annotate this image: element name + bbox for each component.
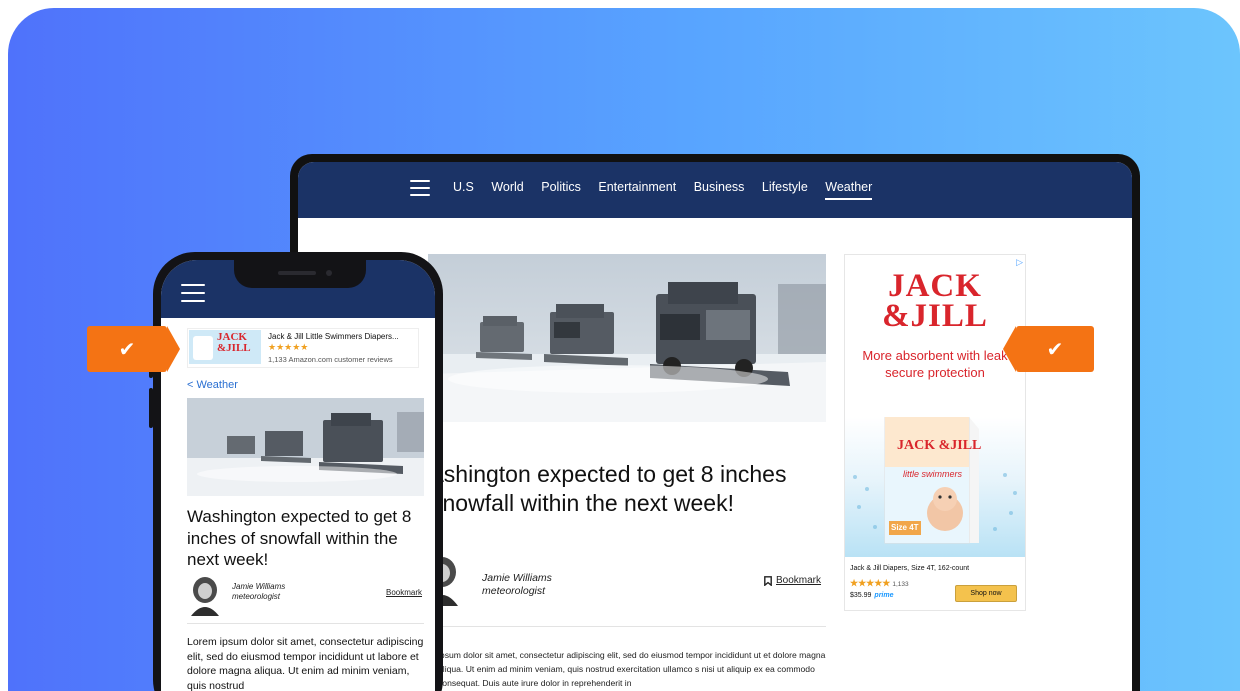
bookmark-icon bbox=[764, 575, 772, 586]
phone-ad-stars-icon: ★★★★★ bbox=[268, 342, 309, 352]
display-ad[interactable]: ▷ JACK &JILL More absorbent with leak se… bbox=[844, 254, 1026, 611]
ad-box-size: Size 4T bbox=[891, 523, 919, 532]
ad-price-line: $35.99 prime bbox=[850, 592, 893, 599]
hero-background: U.S World Politics Entertainment Busines… bbox=[8, 8, 1240, 691]
check-badge-left: ✔ bbox=[87, 326, 180, 372]
phone-notch bbox=[234, 260, 366, 288]
phone-article-body: Lorem ipsum dolor sit amet, consectetur … bbox=[187, 636, 424, 691]
checkmark-icon: ✔ bbox=[1046, 338, 1064, 361]
nav-item-weather[interactable]: Weather bbox=[825, 180, 873, 200]
phone-banner-ad[interactable]: JACK &JILL Jack & Jill Little Swimmers D… bbox=[187, 328, 419, 368]
tablet-nav-links: U.S World Politics Entertainment Busines… bbox=[453, 180, 890, 200]
prime-badge-icon: prime bbox=[874, 592, 894, 599]
phone-ad-reviews: 1,133 Amazon.com customer reviews bbox=[268, 355, 393, 364]
shop-now-button[interactable]: Shop now bbox=[955, 585, 1017, 602]
phone-ad-logo: JACK &JILL bbox=[217, 331, 251, 354]
bookmark-label: Bookmark bbox=[776, 575, 822, 586]
tablet-nav-bar: U.S World Politics Entertainment Busines… bbox=[298, 162, 1132, 218]
phone-ad-title: Jack & Jill Little Swimmers Diapers... bbox=[268, 332, 399, 341]
phone-menu-icon[interactable] bbox=[181, 284, 205, 302]
phone-author-avatar bbox=[189, 576, 223, 616]
article-body: ipsum dolor sit amet, consectetur adipis… bbox=[438, 650, 826, 688]
snowplow-photo bbox=[428, 254, 826, 422]
article-divider bbox=[438, 626, 826, 627]
rating-stars-icon: ★★★★★ bbox=[850, 578, 891, 588]
ad-price: $35.99 bbox=[850, 592, 872, 599]
nav-item-world[interactable]: World bbox=[491, 180, 523, 194]
ad-box-brand: JACK &JILL bbox=[897, 438, 982, 453]
author-info: Jamie Williams meteorologist bbox=[482, 572, 552, 598]
author-name: Jamie Williams bbox=[482, 572, 552, 584]
bookmark-button[interactable]: Bookmark bbox=[764, 575, 821, 586]
ad-rating-count: 1,133 bbox=[892, 581, 909, 588]
ad-brand-line2: &JILL bbox=[882, 298, 988, 334]
phone-article-headline: Washington expected to get 8 inches of s… bbox=[187, 507, 412, 569]
check-badge-right: ✔ bbox=[1003, 326, 1094, 372]
ad-box-sub: little swimmers bbox=[903, 469, 963, 479]
phone-snowplow-photo bbox=[187, 398, 424, 496]
phone-author-name: Jamie Williams bbox=[232, 582, 286, 591]
nav-item-politics[interactable]: Politics bbox=[541, 180, 581, 194]
phone-divider bbox=[187, 623, 424, 624]
phone-author-info: Jamie Williams meteorologist bbox=[232, 582, 285, 602]
ad-product-name: Jack & Jill Diapers, Size 4T, 162-count bbox=[850, 565, 970, 572]
phone-bookmark-button[interactable]: Bookmark bbox=[386, 588, 422, 597]
adchoices-icon[interactable]: ▷ bbox=[1016, 257, 1023, 268]
phone-device: JACK &JILL Jack & Jill Little Swimmers D… bbox=[153, 252, 443, 691]
nav-item-lifestyle[interactable]: Lifestyle bbox=[762, 180, 808, 194]
nav-item-business[interactable]: Business bbox=[694, 180, 745, 194]
phone-ad-image: JACK &JILL bbox=[189, 330, 261, 364]
ad-rating: ★★★★★ 1,133 bbox=[850, 578, 909, 589]
nav-item-us[interactable]: U.S bbox=[453, 180, 474, 194]
nav-item-entertainment[interactable]: Entertainment bbox=[598, 180, 676, 194]
ad-brand-logo: JACK &JILL bbox=[845, 268, 1025, 334]
checkmark-icon: ✔ bbox=[118, 338, 136, 361]
back-to-weather-link[interactable]: < Weather bbox=[187, 379, 238, 391]
hamburger-menu-icon[interactable] bbox=[410, 180, 430, 196]
author-role: meteorologist bbox=[482, 585, 546, 597]
ad-tagline: More absorbent with leak secure protecti… bbox=[862, 348, 1008, 380]
article-headline: ashington expected to get 8 inches snowf… bbox=[431, 461, 787, 516]
phone-screen: JACK &JILL Jack & Jill Little Swimmers D… bbox=[161, 260, 435, 691]
ad-product-image: JACK &JILL little swimmers Size 4T bbox=[845, 417, 1025, 557]
ad-brand-line1: JACK bbox=[888, 268, 982, 304]
phone-author-role: meteorologist bbox=[232, 592, 281, 601]
